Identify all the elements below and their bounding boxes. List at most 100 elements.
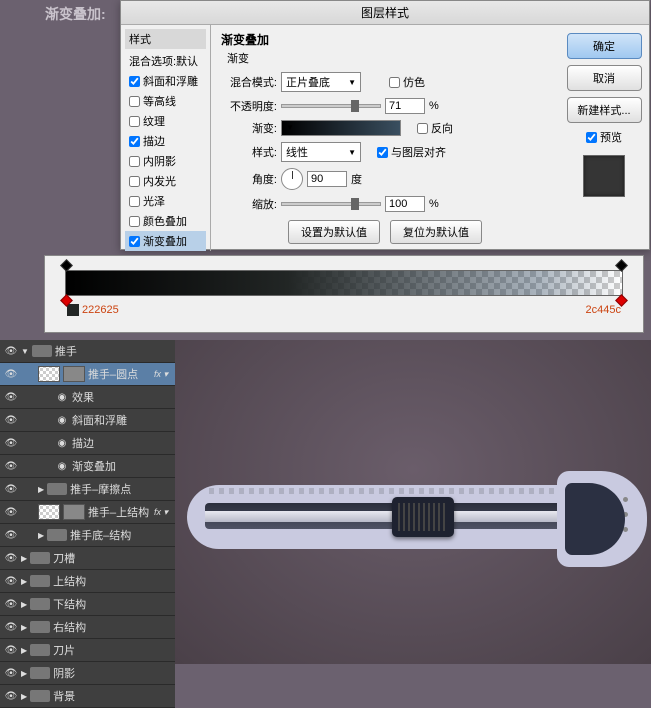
visibility-icon[interactable]: 👁 xyxy=(4,689,18,703)
canvas-preview xyxy=(175,340,651,664)
fx-badge[interactable]: fx ▾ xyxy=(154,507,171,518)
disclosure-icon[interactable]: ▶ xyxy=(21,577,27,586)
style-checkbox[interactable] xyxy=(129,116,140,127)
layer-row[interactable]: 👁◉效果 xyxy=(0,386,175,409)
layer-row[interactable]: 👁▶推手底–结构 xyxy=(0,524,175,547)
layer-row[interactable]: 👁▶右结构 xyxy=(0,616,175,639)
layer-name: 上结构 xyxy=(53,573,86,589)
fx-badge[interactable]: fx ▾ xyxy=(154,369,171,380)
ok-button[interactable]: 确定 xyxy=(567,33,642,59)
gradient-picker[interactable] xyxy=(281,120,401,136)
style-item-8[interactable]: 渐变叠加 xyxy=(125,231,206,251)
visibility-icon[interactable]: 👁 xyxy=(4,643,18,657)
reverse-checkbox[interactable] xyxy=(417,123,428,134)
align-checkbox[interactable] xyxy=(377,147,388,158)
style-item-1[interactable]: 等高线 xyxy=(125,91,206,111)
style-checkbox[interactable] xyxy=(129,216,140,227)
reset-default-button[interactable]: 复位为默认值 xyxy=(390,220,482,244)
dither-label: 仿色 xyxy=(403,74,425,90)
preview-checkbox[interactable] xyxy=(586,132,597,143)
opacity-input[interactable] xyxy=(385,98,425,114)
visibility-icon[interactable]: 👁 xyxy=(4,666,18,680)
style-item-6[interactable]: 光泽 xyxy=(125,191,206,211)
layers-panel: 👁▼推手👁推手–圆点fx ▾👁◉效果👁◉斜面和浮雕👁◉描边👁◉渐变叠加👁▶推手–… xyxy=(0,340,175,708)
disclosure-icon[interactable]: ▼ xyxy=(21,347,29,356)
layer-row[interactable]: 👁▶ 上结构 xyxy=(0,570,175,593)
disclosure-icon[interactable]: ▶ xyxy=(21,623,27,632)
style-item-2[interactable]: 纹理 xyxy=(125,111,206,131)
opacity-slider[interactable] xyxy=(281,104,381,108)
visibility-icon[interactable]: 👁 xyxy=(4,528,18,542)
visibility-icon[interactable]: 👁 xyxy=(4,390,18,404)
cancel-button[interactable]: 取消 xyxy=(567,65,642,91)
style-checkbox[interactable] xyxy=(129,196,140,207)
disclosure-icon[interactable]: ▶ xyxy=(21,669,27,678)
opacity-stop-left[interactable] xyxy=(60,259,73,272)
disclosure-icon[interactable]: ▶ xyxy=(38,531,44,540)
disclosure-icon[interactable]: ▶ xyxy=(21,554,27,563)
panel-subtitle: 渐变 xyxy=(221,50,549,66)
layer-row[interactable]: 👁推手–上结构fx ▾ xyxy=(0,501,175,524)
angle-dial[interactable] xyxy=(281,168,303,190)
layer-style-dialog: 图层样式 样式 混合选项:默认 斜面和浮雕等高线纹理描边内阴影内发光光泽颜色叠加… xyxy=(120,0,650,250)
styles-header[interactable]: 样式 xyxy=(125,29,206,49)
dialog-title: 图层样式 xyxy=(121,1,649,25)
set-default-button[interactable]: 设置为默认值 xyxy=(288,220,380,244)
new-style-button[interactable]: 新建样式... xyxy=(567,97,642,123)
gradient-ramp[interactable] xyxy=(65,270,623,296)
folder-icon xyxy=(30,667,50,679)
layer-row[interactable]: 👁▶刀片 xyxy=(0,639,175,662)
visibility-icon[interactable]: 👁 xyxy=(4,436,18,450)
style-checkbox[interactable] xyxy=(129,236,140,247)
style-checkbox[interactable] xyxy=(129,76,140,87)
visibility-icon[interactable]: 👁 xyxy=(4,482,18,496)
layer-row[interactable]: 👁◉渐变叠加 xyxy=(0,455,175,478)
layer-row[interactable]: 👁◉斜面和浮雕 xyxy=(0,409,175,432)
visibility-icon[interactable]: 👁 xyxy=(4,551,18,565)
preview-swatch xyxy=(583,155,625,197)
layer-row[interactable]: 👁推手–圆点fx ▾ xyxy=(0,363,175,386)
disclosure-icon[interactable]: ▶ xyxy=(21,646,27,655)
style-checkbox[interactable] xyxy=(129,136,140,147)
opacity-stop-right[interactable] xyxy=(615,259,628,272)
style-checkbox[interactable] xyxy=(129,96,140,107)
layer-row[interactable]: 👁▶推手–摩擦点 xyxy=(0,478,175,501)
disclosure-icon[interactable]: ▶ xyxy=(21,692,27,701)
layer-row[interactable]: 👁▶下结构 xyxy=(0,593,175,616)
style-item-3[interactable]: 描边 xyxy=(125,131,206,151)
layer-row[interactable]: 👁▼ 推手 xyxy=(0,340,175,363)
angle-unit: 度 xyxy=(351,171,362,187)
style-item-4[interactable]: 内阴影 xyxy=(125,151,206,171)
layer-thumb xyxy=(38,366,60,382)
blend-options[interactable]: 混合选项:默认 xyxy=(125,51,206,71)
visibility-icon[interactable]: 👁 xyxy=(4,620,18,634)
scale-slider[interactable] xyxy=(281,202,381,206)
style-checkbox[interactable] xyxy=(129,176,140,187)
angle-label: 角度: xyxy=(221,171,277,187)
layer-row[interactable]: 👁▶刀槽 xyxy=(0,547,175,570)
scale-input[interactable] xyxy=(385,196,425,212)
angle-input[interactable] xyxy=(307,171,347,187)
style-select[interactable]: 线性 xyxy=(281,142,361,162)
visibility-icon[interactable]: 👁 xyxy=(4,597,18,611)
visibility-icon[interactable]: 👁 xyxy=(4,574,18,588)
style-item-5[interactable]: 内发光 xyxy=(125,171,206,191)
visibility-icon[interactable]: 👁 xyxy=(4,505,18,519)
layer-row[interactable]: 👁▶背景 xyxy=(0,685,175,708)
disclosure-icon[interactable]: ▶ xyxy=(38,485,44,494)
disclosure-icon[interactable]: ▶ xyxy=(21,600,27,609)
blend-mode-select[interactable]: 正片叠底 xyxy=(281,72,361,92)
layer-row[interactable]: 👁◉描边 xyxy=(0,432,175,455)
style-item-7[interactable]: 颜色叠加 xyxy=(125,211,206,231)
visibility-icon[interactable]: 👁 xyxy=(4,413,18,427)
dither-checkbox[interactable] xyxy=(389,77,400,88)
visibility-icon[interactable]: 👁 xyxy=(4,459,18,473)
style-item-0[interactable]: 斜面和浮雕 xyxy=(125,71,206,91)
layer-name: 描边 xyxy=(72,435,94,451)
style-label: 渐变叠加 xyxy=(143,233,187,249)
layer-row[interactable]: 👁▶阴影 xyxy=(0,662,175,685)
layer-name: 推手 xyxy=(55,343,77,359)
visibility-icon[interactable]: 👁 xyxy=(4,367,18,381)
style-checkbox[interactable] xyxy=(129,156,140,167)
visibility-icon[interactable]: 👁 xyxy=(4,344,18,358)
